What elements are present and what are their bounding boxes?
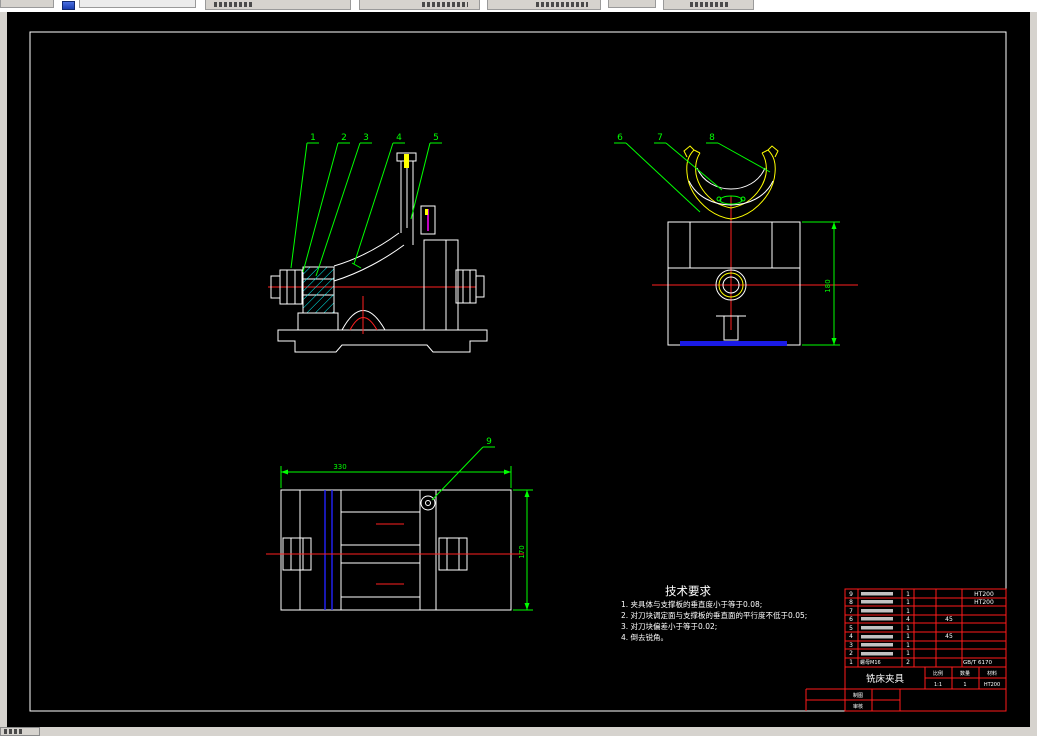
dimension-text: 170 (518, 545, 526, 558)
audit-label: 审核 (853, 703, 863, 710)
title-block: 铣床夹具 比例 1:1 数量 1 材料 HT200 制图 审核 (805, 666, 1007, 712)
bom-cell: 6 (849, 616, 853, 623)
app-icon[interactable] (62, 1, 75, 10)
drawing-canvas[interactable]: 1 2 3 4 5 180 6 7 8 330 170 9 技术要求 1. 夹具… (7, 12, 1030, 727)
side-height-dimension: 180 (802, 221, 840, 346)
bom-cell: 1 (906, 650, 910, 657)
aux-highlight (425, 209, 428, 215)
balloon-label: 7 (657, 133, 663, 143)
draft-label: 制图 (853, 692, 863, 699)
datum-base-line (680, 341, 787, 346)
toolbar-text-fragment (536, 2, 588, 7)
bom-cell: 螺母M16 (860, 659, 881, 666)
toolbar-fragment[interactable] (608, 0, 656, 8)
aux-highlight (404, 154, 409, 168)
tech-requirement-item: 4. 倒去锐角。 (621, 632, 668, 642)
balloon-label: 2 (341, 133, 347, 143)
bom-cell: 1 (906, 608, 910, 615)
drawing-svg: 1 2 3 4 5 180 6 7 8 330 170 9 技术要求 1. 夹具… (29, 31, 1007, 712)
cad-screen: 1 2 3 4 5 180 6 7 8 330 170 9 技术要求 1. 夹具… (0, 0, 1037, 736)
taskbar-fragment[interactable] (0, 727, 40, 736)
balloon-label: 3 (363, 133, 369, 143)
bom-cell: GB/T 6170 (963, 660, 992, 666)
section-hatch (302, 266, 335, 314)
material-value: HT200 (984, 682, 1000, 688)
bom-cell: 1 (906, 633, 910, 640)
qty-label: 数量 (960, 670, 970, 677)
top-depth-dimension: 170 (513, 489, 533, 611)
scale-label: 比例 (933, 670, 943, 677)
qty-value: 1 (963, 682, 966, 688)
toolbar-fragment[interactable] (205, 0, 351, 10)
drawing-title: 铣床夹具 (866, 673, 905, 685)
balloon-label: 8 (709, 133, 715, 143)
toolbar-fragment[interactable] (79, 0, 196, 8)
balloon-label: 1 (310, 133, 316, 143)
dimension-text: 180 (824, 279, 832, 292)
bom-cell: 1 (906, 625, 910, 632)
top-view: 330 170 (266, 463, 533, 611)
bom-cell: 1 (906, 642, 910, 649)
toolbar-text-fragment (422, 2, 468, 7)
bom-cell: 1 (906, 591, 910, 598)
tech-requirement-item: 2. 对刀块调定面与支撑板的垂直面的平行度不低于0.05; (621, 610, 807, 620)
balloon-top: 9 (431, 437, 495, 501)
toolbar-text-fragment (214, 2, 254, 7)
bom-cell: 1 (849, 659, 853, 666)
tech-requirements: 技术要求 1. 夹具体与支撑板的垂直度小于等于0.08; 2. 对刀块调定面与支… (621, 584, 807, 642)
bom-cell: 3 (849, 642, 853, 649)
bom-cell: 7 (849, 608, 853, 615)
bom-cell: 5 (849, 625, 853, 632)
top-toolbar-strip (0, 0, 1037, 12)
bom-cell: 45 (945, 633, 953, 640)
balloon-label: 6 (617, 133, 623, 143)
side-view: 180 (652, 145, 858, 346)
bom-cell: 1 (906, 599, 910, 606)
balloons-side: 6 7 8 (614, 133, 771, 213)
toolbar-fragment[interactable] (359, 0, 480, 10)
bom-cell: 4 (849, 633, 853, 640)
toolbar-fragment[interactable] (0, 0, 54, 8)
balloon-label: 9 (486, 437, 492, 447)
bom-cell: 9 (849, 591, 853, 598)
tech-requirements-title: 技术要求 (665, 584, 711, 598)
bom-cell: 45 (945, 616, 953, 623)
bom-cell: 4 (906, 616, 910, 623)
material-label: 材料 (987, 670, 997, 677)
balloon-label: 4 (396, 133, 402, 143)
bom-cell: 8 (849, 599, 853, 606)
front-view (268, 152, 488, 353)
bom-cell: 2 (906, 659, 910, 666)
balloon-label: 5 (433, 133, 439, 143)
bom-cell: 2 (849, 650, 853, 657)
top-width-dimension: 330 (280, 463, 512, 488)
bom-table: 9 1 HT200 8 1 HT200 7 1 6 4 45 5 1 4 1 4… (844, 588, 1007, 668)
toolbar-text-fragment (690, 2, 730, 7)
balloons-front: 1 2 3 4 5 (290, 133, 442, 277)
scale-value: 1:1 (934, 682, 942, 688)
dimension-text: 330 (333, 463, 346, 471)
tech-requirement-item: 3. 对刀块偏差小于等于0.02; (621, 621, 717, 631)
tech-requirement-item: 1. 夹具体与支撑板的垂直度小于等于0.08; (621, 599, 762, 609)
bom-cell: HT200 (974, 591, 994, 598)
taskbar-text-fragment (4, 729, 22, 734)
toolbar-fragment[interactable] (663, 0, 754, 10)
bom-cell: HT200 (974, 599, 994, 606)
toolbar-fragment[interactable] (487, 0, 601, 10)
sheet-frame (29, 31, 1007, 712)
